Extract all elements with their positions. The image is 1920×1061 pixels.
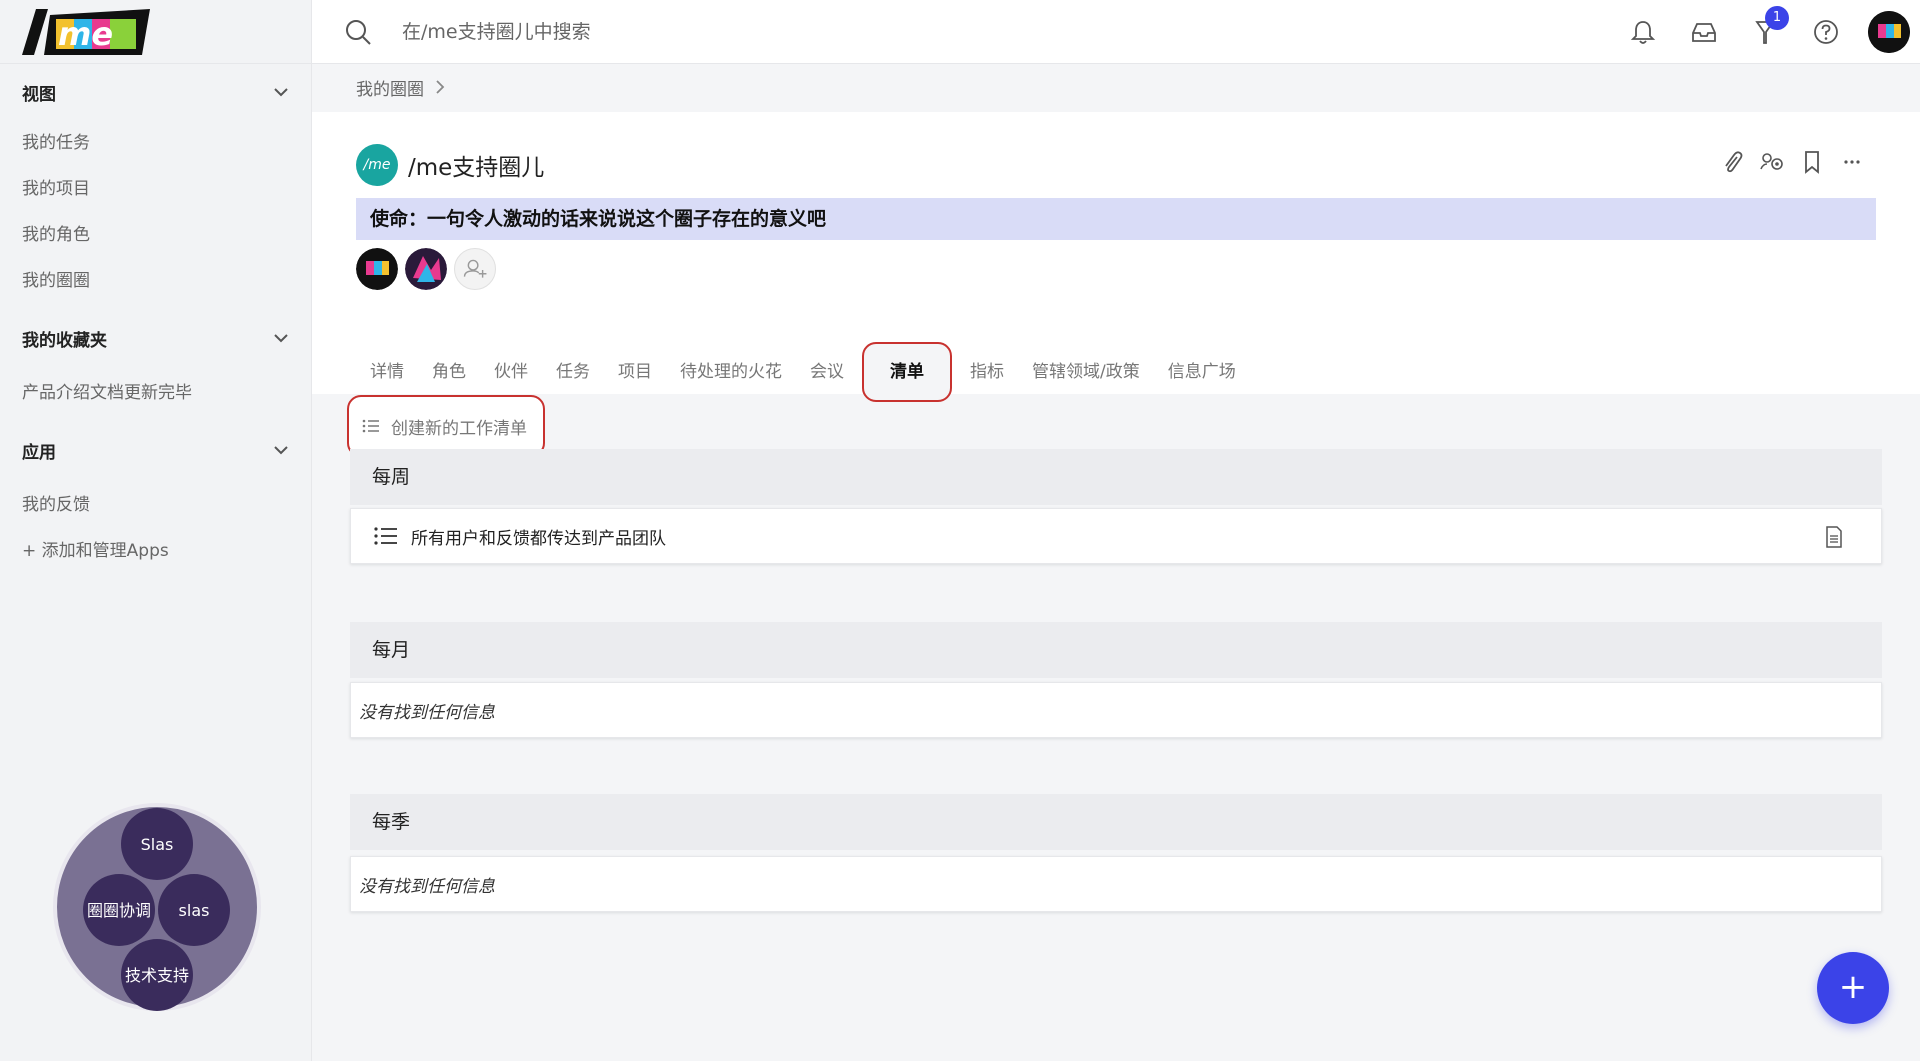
sidebar: me 视图 我的任务 我的项目 我的角色 我的圈圈 我的收藏夹 产品介绍文档更新… — [0, 0, 312, 1061]
list-item-title: 所有用户和反馈都传达到产品团队 — [411, 528, 666, 549]
document-icon[interactable] — [1825, 526, 1843, 548]
logo-area: me — [0, 0, 311, 64]
tab-info-square[interactable]: 信息广场 — [1154, 342, 1250, 402]
sidebar-section-label: 应用 — [22, 442, 56, 463]
sidebar-section-apps[interactable]: 应用 — [0, 422, 311, 478]
search-icon[interactable] — [344, 18, 372, 46]
page-title: /me支持圈儿 — [408, 155, 545, 181]
main-content: /me /me支持圈儿 使命：一句令人激动的话来说说这个圈子存在的意义吧 详情 … — [312, 112, 1920, 1061]
sidebar-item-my-tasks[interactable]: 我的任务 — [0, 120, 311, 166]
svg-text:me: me — [58, 15, 113, 53]
circle-logo: /me — [356, 144, 398, 186]
search-input[interactable] — [402, 20, 1002, 43]
tab-pending-sparks[interactable]: 待处理的火花 — [666, 342, 796, 402]
group-header-quarterly: 每季 — [350, 794, 1882, 850]
sparks-notification[interactable]: 1 — [1751, 6, 1789, 46]
group-header-monthly: 每月 — [350, 622, 1882, 678]
chevron-down-icon[interactable] — [273, 330, 289, 346]
bookmark-icon[interactable] — [1798, 148, 1826, 176]
more-icon[interactable] — [1838, 148, 1866, 176]
chevron-down-icon[interactable] — [273, 84, 289, 100]
sidebar-section-label: 视图 — [22, 84, 56, 105]
tab-domains-policies[interactable]: 管辖领域/政策 — [1018, 342, 1154, 402]
me-logo[interactable]: me — [22, 8, 150, 55]
empty-state-row: 没有找到任何信息 — [350, 682, 1882, 738]
sidebar-item-my-projects[interactable]: 我的项目 — [0, 166, 311, 212]
bell-icon[interactable] — [1629, 18, 1657, 46]
chevron-right-icon — [436, 80, 445, 94]
breadcrumb-item[interactable]: 我的圈圈 — [356, 75, 424, 100]
sidebar-section-favorites[interactable]: 我的收藏夹 — [0, 310, 311, 366]
tab-roles[interactable]: 角色 — [418, 342, 480, 402]
header-actions — [1706, 148, 1866, 176]
member-avatars — [356, 248, 496, 290]
chevron-down-icon[interactable] — [273, 442, 289, 458]
checklist-icon — [374, 527, 397, 545]
circle-settings-icon[interactable] — [1758, 148, 1786, 176]
member-avatar[interactable] — [356, 248, 398, 290]
tab-tasks[interactable]: 任务 — [542, 342, 604, 402]
list-icon — [362, 419, 379, 433]
sidebar-section-label: 我的收藏夹 — [22, 330, 107, 351]
sidebar-item-add-apps[interactable]: + 添加和管理Apps — [0, 528, 311, 574]
circle-node-label: 技术支持 — [125, 966, 189, 985]
sidebar-item-favorite[interactable]: 产品介绍文档更新完毕 — [0, 370, 311, 416]
breadcrumb: 我的圈圈 — [356, 72, 446, 102]
create-checklist-label: 创建新的工作清单 — [391, 418, 527, 439]
notification-badge: 1 — [1765, 6, 1789, 30]
add-fab-button[interactable]: + — [1817, 952, 1889, 1024]
attachment-icon[interactable] — [1718, 148, 1746, 176]
sidebar-item-my-circles[interactable]: 我的圈圈 — [0, 258, 311, 304]
empty-state-text: 没有找到任何信息 — [359, 876, 495, 897]
top-bar: 1 — [312, 0, 1920, 64]
empty-state-text: 没有找到任何信息 — [359, 702, 495, 723]
add-member-icon[interactable] — [454, 248, 496, 290]
member-avatar[interactable] — [405, 248, 447, 290]
list-item[interactable]: 所有用户和反馈都传达到产品团队 — [350, 508, 1882, 564]
circle-node-label: slas — [179, 901, 210, 920]
tab-checklists[interactable]: 清单 — [862, 342, 952, 402]
help-icon[interactable] — [1812, 18, 1840, 46]
tab-metrics[interactable]: 指标 — [956, 342, 1018, 402]
top-icons: 1 — [1596, 0, 1910, 64]
sidebar-section-views[interactable]: 视图 — [0, 64, 311, 120]
circle-node-label: 圈圈协调 — [87, 901, 151, 920]
tab-partners[interactable]: 伙伴 — [480, 342, 542, 402]
circle-header: /me /me支持圈儿 — [356, 144, 544, 186]
tab-meetings[interactable]: 会议 — [796, 342, 858, 402]
mission-statement: 使命：一句令人激动的话来说说这个圈子存在的意义吧 — [356, 198, 1876, 240]
user-avatar[interactable] — [1868, 11, 1910, 53]
sidebar-item-my-feedback[interactable]: 我的反馈 — [0, 482, 311, 528]
group-header-weekly: 每周 — [350, 449, 1882, 505]
tab-projects[interactable]: 项目 — [604, 342, 666, 402]
empty-state-row: 没有找到任何信息 — [350, 856, 1882, 912]
circle-node-label: Slas — [141, 835, 174, 854]
sidebar-item-my-roles[interactable]: 我的角色 — [0, 212, 311, 258]
create-checklist-button[interactable]: 创建新的工作清单 — [347, 395, 545, 457]
tab-bar: 详情 角色 伙伴 任务 项目 待处理的火花 会议 清单 指标 管辖领域/政策 信… — [356, 342, 1250, 402]
circle-structure-widget[interactable]: Slas 圈圈协调 slas 技术支持 — [53, 803, 261, 1011]
inbox-icon[interactable] — [1690, 18, 1718, 46]
tab-details[interactable]: 详情 — [356, 342, 418, 402]
